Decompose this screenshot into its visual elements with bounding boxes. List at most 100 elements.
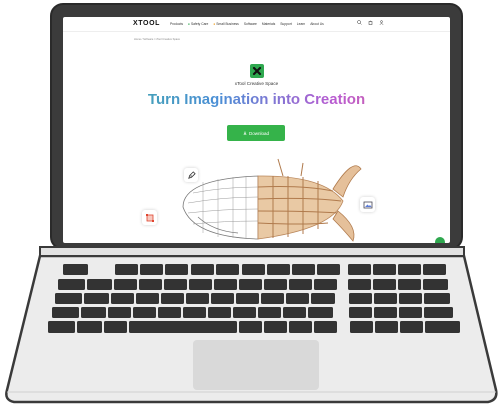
download-button[interactable]: Download <box>227 125 285 141</box>
nav-item-safety-care[interactable]: ● Safety Care <box>188 22 208 26</box>
keyboard-key <box>349 293 372 304</box>
crop-tool-badge <box>142 210 157 225</box>
keyboard-key <box>349 307 372 318</box>
keyboard-key <box>161 293 184 304</box>
keyboard-key <box>373 264 396 275</box>
keyboard-key <box>63 264 88 275</box>
keyboard-key <box>77 321 102 333</box>
keyboard-key <box>211 293 234 304</box>
keyboard-key <box>136 293 159 304</box>
keyboard-key <box>108 307 131 318</box>
keyboard-key <box>165 264 188 275</box>
xtool-logo[interactable]: XTOOL <box>133 20 160 27</box>
app-logo-icon <box>250 64 264 78</box>
keyboard-key <box>308 307 333 318</box>
keyboard-key <box>183 307 206 318</box>
nav-item-materials[interactable]: Materials <box>262 22 275 26</box>
keyboard-key <box>214 279 237 290</box>
keyboard-key <box>264 279 287 290</box>
app-name: xTool Creative Space <box>234 81 279 86</box>
header-icons <box>357 20 384 25</box>
keyboard-key <box>48 321 75 333</box>
nav-item-learn[interactable]: Learn <box>297 22 305 26</box>
keyboard-key <box>81 307 106 318</box>
browser-screen: XTOOL Products ● Safety Care ● Small Bus… <box>63 17 450 243</box>
keyboard-key <box>399 307 422 318</box>
keyboard-key <box>58 279 85 290</box>
keyboard-key <box>398 264 421 275</box>
keyboard-key <box>374 307 397 318</box>
keyboard-key <box>398 279 421 290</box>
user-icon[interactable] <box>379 20 384 25</box>
keyboard-key <box>104 321 127 333</box>
crop-icon <box>145 213 154 222</box>
breadcrumb[interactable]: Home / Software / xTool Creative Space <box>134 38 180 41</box>
keyboard-key <box>216 264 239 275</box>
keyboard-key <box>425 321 460 333</box>
download-label: Download <box>248 130 269 136</box>
laptop-mockup: XTOOL Products ● Safety Care ● Small Bus… <box>0 0 503 410</box>
keyboard-key <box>264 321 287 333</box>
keyboard-key <box>286 293 309 304</box>
keyboard-key <box>158 307 181 318</box>
keyboard-key <box>239 321 262 333</box>
keyboard-key <box>52 307 79 318</box>
keyboard-key <box>114 279 137 290</box>
chat-icon[interactable] <box>435 237 445 243</box>
keyboard-key <box>314 321 337 333</box>
keyboard-key <box>289 279 312 290</box>
nav-item-support[interactable]: Support <box>280 22 292 26</box>
keyboard-key <box>373 279 396 290</box>
hero-headline: Turn Imagination into Creation <box>63 91 450 108</box>
keyboard-key <box>55 293 82 304</box>
keyboard-key <box>111 293 134 304</box>
keyboard-key <box>348 279 371 290</box>
download-icon <box>243 131 247 135</box>
nav-item-products[interactable]: Products <box>170 22 183 26</box>
site-header: XTOOL Products ● Safety Care ● Small Bus… <box>63 17 450 32</box>
pen-icon <box>187 170 196 179</box>
pen-tool-badge <box>184 168 198 182</box>
keyboard-key <box>261 293 284 304</box>
keyboard-key <box>191 264 214 275</box>
keyboard-key <box>236 293 259 304</box>
keyboard-key <box>115 264 138 275</box>
nav-item-small-business[interactable]: ● Small Business <box>213 22 238 26</box>
keyboard-key <box>350 321 373 333</box>
keyboard-key <box>129 321 237 333</box>
keyboard-key <box>423 279 448 290</box>
keyboard-key <box>87 279 112 290</box>
nav-item-software[interactable]: Software <box>244 22 257 26</box>
airship-illustration <box>182 158 362 242</box>
keyboard-key <box>233 307 256 318</box>
keyboard-key <box>267 264 290 275</box>
keyboard-key <box>208 307 231 318</box>
search-icon[interactable] <box>357 20 362 25</box>
keyboard-key <box>375 321 398 333</box>
cart-icon[interactable] <box>368 20 373 25</box>
keyboard-key <box>164 279 187 290</box>
keyboard-key <box>399 293 422 304</box>
keyboard-key <box>133 307 156 318</box>
keyboard-key <box>311 293 335 304</box>
main-nav: Products ● Safety Care ● Small Business … <box>170 22 324 26</box>
keyboard-key <box>400 321 423 333</box>
keyboard-key <box>84 293 109 304</box>
keyboard-key <box>424 293 450 304</box>
keyboard-key <box>423 264 446 275</box>
keyboard-key <box>317 264 340 275</box>
keyboard-key <box>239 279 262 290</box>
keyboard-key <box>258 307 281 318</box>
keyboard-key <box>242 264 265 275</box>
keyboard-key <box>189 279 212 290</box>
keyboard-key <box>292 264 315 275</box>
keyboard-key <box>289 321 312 333</box>
keyboard-key <box>283 307 306 318</box>
keyboard-key <box>348 264 371 275</box>
keyboard-key <box>139 279 162 290</box>
image-icon <box>363 201 372 208</box>
image-tool-badge <box>360 197 375 212</box>
keyboard-key <box>314 279 337 290</box>
keyboard-key <box>424 307 453 318</box>
nav-item-about-us[interactable]: About Us <box>310 22 324 26</box>
